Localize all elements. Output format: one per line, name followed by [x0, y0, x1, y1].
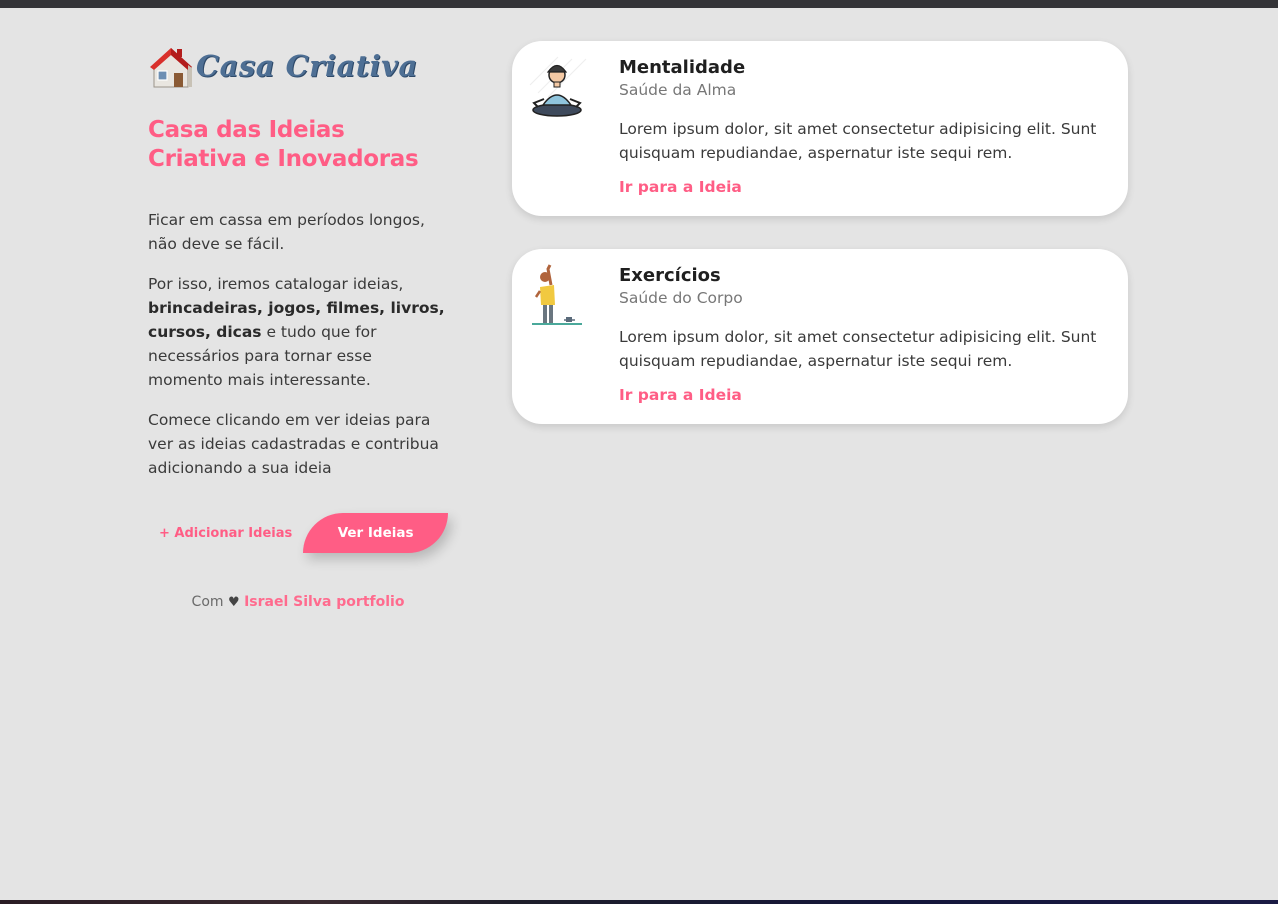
browser-top-bar — [0, 0, 1278, 8]
idea-description: Lorem ipsum dolor, sit amet consectetur … — [619, 120, 1097, 162]
intro-paragraph: Comece clicando em ver ideias para ver a… — [148, 411, 439, 477]
heart-icon: ♥ — [227, 595, 240, 610]
idea-description: Lorem ipsum dolor, sit amet consectetur … — [619, 328, 1097, 370]
idea-card: Mentalidade Saúde da Alma Lorem ipsum do… — [512, 41, 1128, 216]
credit-prefix: Com — [191, 594, 224, 610]
sidebar: Casa Criativa Casa das Ideias Criativa e… — [148, 40, 448, 610]
logo-text: Casa Criativa — [196, 49, 418, 83]
intro-text-segment: Por isso, iremos catalogar ideias, — [148, 275, 404, 293]
logo[interactable]: Casa Criativa — [148, 40, 448, 92]
exercise-icon — [532, 264, 582, 325]
idea-link[interactable]: Ir para a Ideia — [619, 386, 742, 404]
intro-paragraph: Ficar em cassa em períodos longos, não d… — [148, 211, 425, 253]
page-title: Casa das Ideias Criativa e Inovadoras — [148, 117, 419, 172]
idea-category: Saúde da Alma — [619, 81, 737, 99]
ideas-list: Mentalidade Saúde da Alma Lorem ipsum do… — [512, 41, 1128, 457]
view-ideas-button[interactable]: Ver Ideias — [303, 513, 448, 553]
portfolio-link[interactable]: Israel Silva portfolio — [244, 594, 404, 610]
idea-category: Saúde do Corpo — [619, 289, 743, 307]
meditation-icon — [529, 56, 587, 117]
idea-card: Exercícios Saúde do Corpo Lorem ipsum do… — [512, 249, 1128, 424]
footer-credit: Com ♥ Israel Silva portfolio — [148, 594, 448, 610]
house-icon — [150, 48, 192, 88]
idea-link[interactable]: Ir para a Ideia — [619, 178, 742, 196]
idea-title: Mentalidade — [619, 57, 746, 78]
idea-card-body: Mentalidade Saúde da Alma Lorem ipsum do… — [619, 57, 1099, 196]
add-idea-link[interactable]: + Adicionar Ideias — [159, 526, 292, 541]
intro-text: Ficar em cassa em períodos longos, não d… — [148, 208, 448, 480]
intro-paragraph: Por isso, iremos catalogar ideias, brinc… — [148, 272, 448, 392]
actions: + Adicionar Ideias Ver Ideias — [148, 512, 448, 554]
idea-card-body: Exercícios Saúde do Corpo Lorem ipsum do… — [619, 265, 1099, 404]
taskbar-strip — [0, 900, 1278, 904]
idea-title: Exercícios — [619, 265, 721, 286]
